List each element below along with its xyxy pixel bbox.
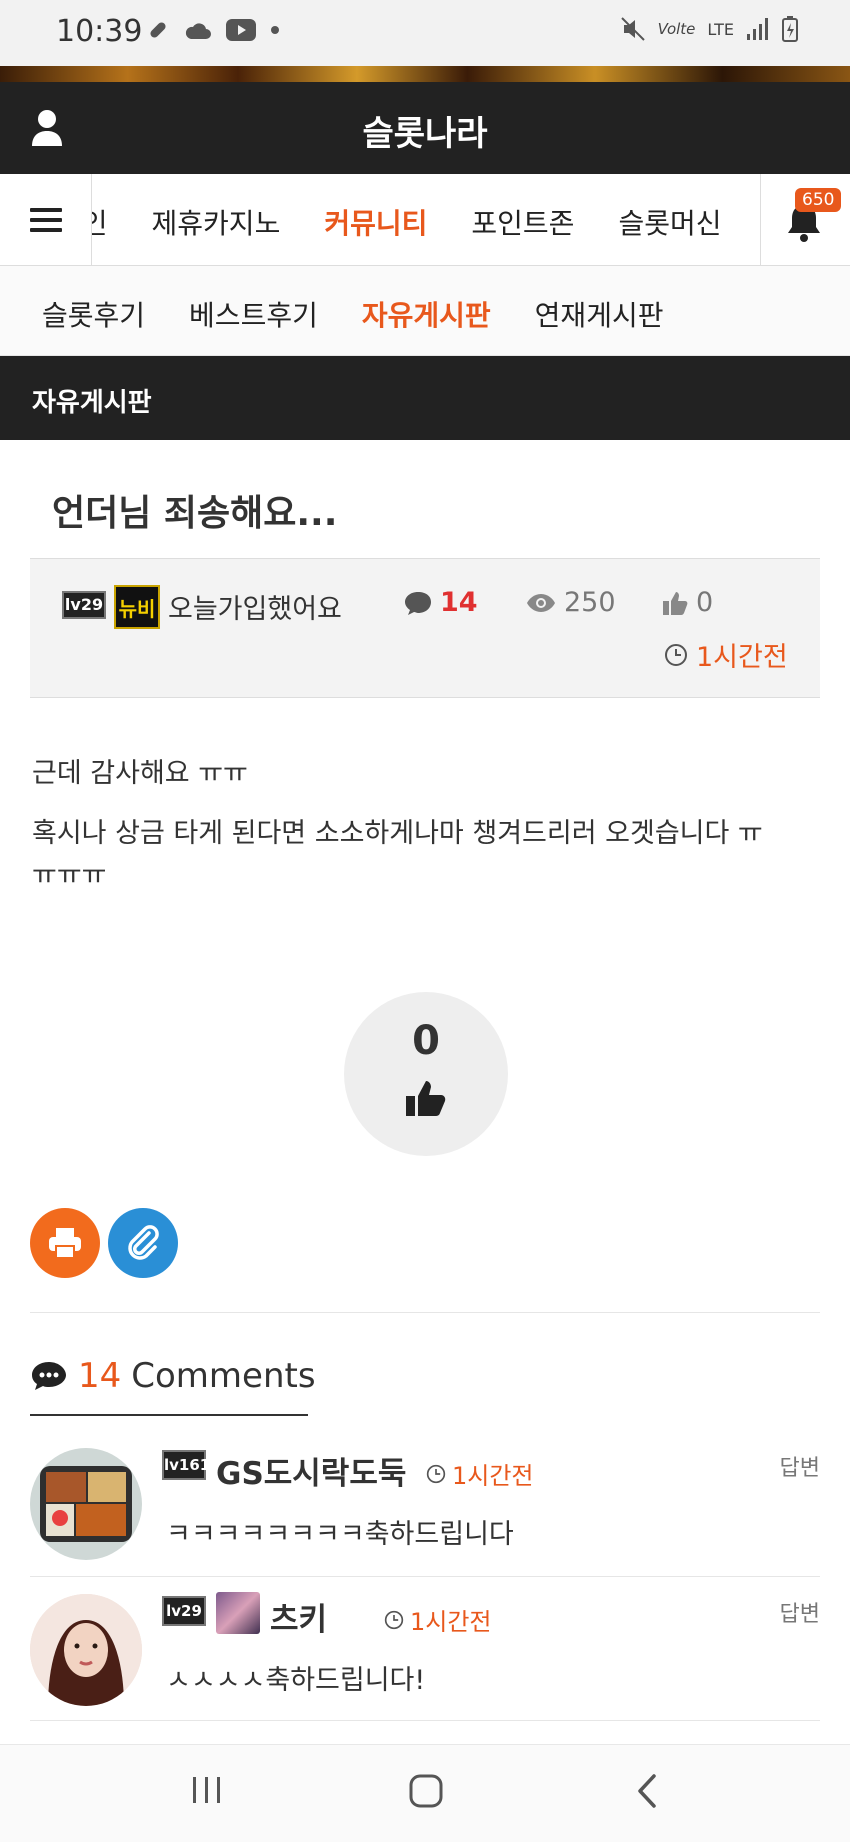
comments-header: 14 Comments [30,1356,316,1396]
youtube-icon [226,19,256,41]
comment-text: ㅋㅋㅋㅋㅋㅋㅋㅋ축하드립니다 [166,1519,514,1550]
home-icon [409,1774,443,1808]
paperclip-icon [128,1225,159,1260]
post-body: 근데 감사해요 ㅠㅠ 혹시나 상금 타게 된다면 소소하게나마 챙겨드리러 오겟… [32,744,822,896]
recommend-button[interactable]: 0 [344,992,508,1156]
signal-icon [747,18,768,40]
tab-partner-casino[interactable]: 제휴카지노 [152,202,281,242]
clock-icon [665,643,687,666]
level-badge: lv29 [162,1596,206,1626]
status-time: 10:39 [56,14,143,49]
comment-icon [405,591,431,615]
attachment-button[interactable] [108,1208,178,1278]
comment-item: lv161 GS도시락도둑 1시간전 답변 ㅋㅋㅋㅋㅋㅋㅋㅋ축하드립니다 [30,1432,820,1578]
commenter-name[interactable]: GS도시락도둑 [216,1448,406,1493]
system-icons: Volte LTE [620,16,798,42]
post-title: 언더님 죄송해요... [52,493,338,534]
thumbs-up-icon [406,1081,446,1116]
newbie-badge: 뉴비 [114,585,160,629]
comments-icon [32,1362,66,1390]
thumbs-up-icon [663,591,688,615]
member-badge [216,1592,260,1634]
dot-icon [271,26,279,34]
tab-free-board[interactable]: 자유게시판 [362,294,491,334]
comment-time: 1시간전 [426,1456,534,1491]
view-count: 250 [526,587,616,618]
comments-count: 14 [78,1356,122,1396]
notification-badge: 650 [795,188,842,212]
commenter-name[interactable]: 츠키 [270,1594,327,1639]
lte-icon: LTE [707,19,734,39]
post-body-line: 근데 감사해요 ㅠㅠ [32,758,248,789]
back-button[interactable] [632,1773,662,1813]
clock-icon [384,1610,404,1629]
divider [30,1576,820,1577]
battery-icon [782,16,798,42]
tab-community[interactable]: 커뮤니티 [324,202,427,242]
author-name[interactable]: 오늘가입했어요 [168,587,342,626]
comments-underline [30,1414,308,1416]
comments-label: Comments [131,1356,316,1396]
post-time: 1시간전 [664,635,788,674]
main-nav: 메인 제휴카지노 커뮤니티 포인트존 슬롯머신 650 [0,174,850,266]
reply-button[interactable]: 답변 [780,1450,820,1482]
board-title-bar: 자유게시판 [0,356,850,440]
system-nav-bar [0,1744,850,1842]
reply-button[interactable]: 답변 [780,1596,820,1628]
tab-main[interactable]: 메인 [92,202,108,242]
level-badge: lv161 [162,1450,210,1480]
board-title: 자유게시판 [32,388,152,418]
site-title[interactable]: 슬롯나라 [0,106,850,155]
mute-icon [620,17,645,41]
avatar[interactable] [30,1448,142,1560]
comment-text: ㅅㅅㅅㅅ축하드립니다! [166,1665,426,1696]
avatar[interactable] [30,1594,142,1706]
sub-nav: 슬롯후기 베스트후기 자유게시판 연재게시판 [0,266,850,356]
banner-image[interactable] [0,66,850,82]
status-bar: 10:39 Volte LTE [0,0,850,66]
back-icon [638,1774,656,1808]
tab-point-zone[interactable]: 포인트존 [471,202,574,242]
tab-best-review[interactable]: 베스트후기 [189,294,318,334]
notification-icons [146,18,280,42]
site-header: 슬롯나라 [0,82,850,174]
level-badge: lv29 [62,591,106,619]
notification-button[interactable]: 650 [760,174,850,266]
clock-icon [426,1464,446,1483]
comment-count: 14 [404,587,478,618]
post-body-line: 혹시나 상금 타게 된다면 소소하게나마 챙겨드리러 오겟습니다 ㅠ [32,818,763,849]
recent-apps-icon [193,1777,220,1803]
post-meta: lv29 뉴비 오늘가입했어요 14 250 0 1시간전 [30,558,820,698]
cloud-icon [185,23,211,39]
menu-button[interactable] [0,174,92,266]
volte-icon: Volte [657,20,696,38]
print-button[interactable] [30,1208,100,1278]
comment-item: lv29 츠키 1시간전 답변 ㅅㅅㅅㅅ축하드립니다! [30,1578,820,1724]
menu-icon [30,208,62,212]
bandage-icon [150,22,166,38]
recommend-count: 0 [412,1018,440,1064]
tab-slot[interactable]: 슬롯머신 [618,202,721,242]
comment-time: 1시간전 [384,1602,492,1637]
divider [30,1720,820,1721]
main-nav-tabs: 메인 제휴카지노 커뮤니티 포인트존 슬롯머신 [92,174,760,266]
eye-icon [527,593,555,612]
like-count: 0 [662,587,713,618]
tab-slot-review[interactable]: 슬롯후기 [42,294,145,334]
print-icon [49,1228,81,1259]
divider [30,1312,820,1313]
home-button[interactable] [408,1773,444,1813]
tab-serial-board[interactable]: 연재게시판 [535,294,664,334]
recent-apps-button[interactable] [190,1773,224,1811]
